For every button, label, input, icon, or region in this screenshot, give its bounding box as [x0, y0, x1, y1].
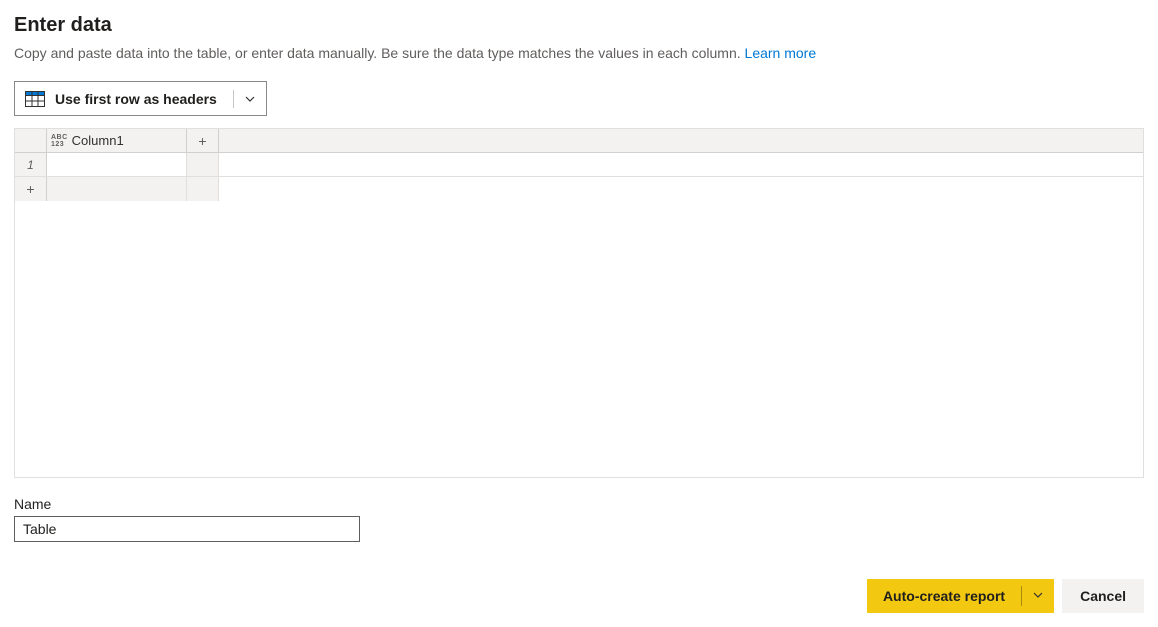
add-row-filler	[47, 177, 187, 201]
name-section: Name	[14, 496, 1144, 542]
primary-button-label: Auto-create report	[867, 588, 1021, 604]
data-cell[interactable]	[47, 153, 187, 176]
header-filler	[219, 129, 1143, 152]
auto-create-report-button[interactable]: Auto-create report	[867, 579, 1054, 613]
add-row-row: +	[15, 177, 1143, 201]
add-column-button[interactable]: +	[187, 129, 219, 152]
footer-buttons: Auto-create report Cancel	[867, 579, 1144, 613]
column-header[interactable]: ABC 123 Column1	[47, 129, 187, 152]
chevron-down-icon	[1032, 589, 1044, 604]
column-name: Column1	[72, 133, 124, 148]
data-grid: ABC 123 Column1 + 1 +	[14, 128, 1144, 478]
grid-row: 1	[15, 153, 1143, 177]
cancel-button[interactable]: Cancel	[1062, 579, 1144, 613]
add-row-button[interactable]: +	[15, 177, 47, 201]
description-text: Copy and paste data into the table, or e…	[14, 45, 741, 61]
table-icon	[25, 91, 45, 107]
grid-header-row: ABC 123 Column1 +	[15, 129, 1143, 153]
add-row-trail	[187, 177, 219, 201]
use-first-row-as-headers-button[interactable]: Use first row as headers	[14, 81, 267, 116]
grid-corner-cell	[15, 129, 47, 152]
use-first-row-label: Use first row as headers	[55, 91, 217, 107]
page-description: Copy and paste data into the table, or e…	[14, 45, 1144, 61]
primary-button-dropdown[interactable]	[1022, 589, 1054, 604]
name-label: Name	[14, 496, 1144, 512]
learn-more-link[interactable]: Learn more	[745, 45, 817, 61]
chevron-down-icon[interactable]	[244, 93, 256, 105]
cell-filler	[187, 153, 219, 176]
page-title: Enter data	[14, 14, 1144, 37]
name-input[interactable]	[14, 516, 360, 542]
row-number-cell: 1	[15, 153, 47, 176]
column-type-icon: ABC 123	[51, 134, 68, 148]
button-separator	[233, 90, 234, 108]
